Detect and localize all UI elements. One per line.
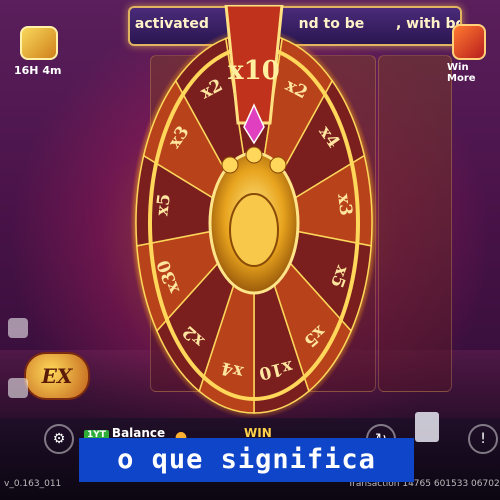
settings-icon[interactable]: ⚙ — [44, 424, 74, 454]
win-more-label: Win More — [447, 62, 476, 84]
version-text: v_0.163_011 — [4, 479, 62, 489]
menu-icon[interactable] — [8, 378, 28, 398]
gift-icon[interactable] — [20, 26, 58, 60]
info-icon[interactable]: ! — [468, 424, 498, 454]
chest-icon[interactable] — [452, 24, 486, 60]
bet-button[interactable] — [415, 412, 439, 442]
caption-overlay: o que significa — [79, 438, 414, 482]
sound-icon[interactable] — [8, 318, 28, 338]
wheel-segment-label: x5 — [152, 193, 175, 217]
reel-column — [378, 55, 452, 392]
jester-bell — [269, 156, 287, 174]
game-scene: activated nd to be , with both 16H 4m Wi… — [0, 0, 500, 500]
wheel-segment-label: x3 — [333, 193, 356, 217]
jester-bell — [245, 146, 263, 164]
jester-face — [229, 193, 279, 267]
jester-bell — [221, 156, 239, 174]
bonus-wheel[interactable]: x2 x4 x3 x5 x5 x10 x4 x2 x30 x5 x3 x2 x10 — [130, 5, 378, 423]
timer-label: 16H 4m — [14, 64, 62, 77]
wheel-graphic: x2x4x3x5x5x10x4x2x30x5x3x2 x10 — [130, 5, 378, 419]
ex-badge[interactable]: EX — [24, 352, 90, 400]
pointer-value: x10 — [228, 56, 280, 86]
